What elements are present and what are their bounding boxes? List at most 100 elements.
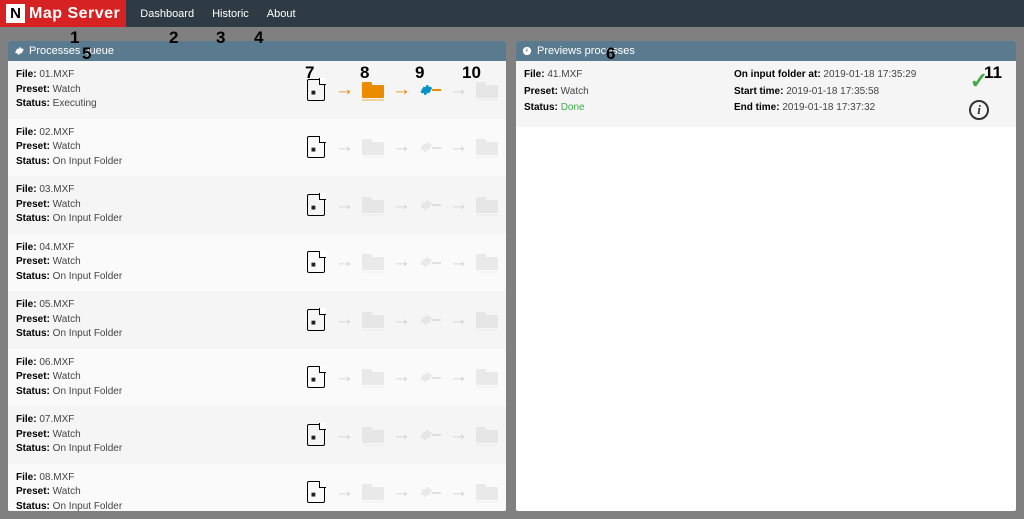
queue-row-info: File: 07.MXF Preset: Watch Status: On In… — [16, 413, 305, 457]
queue-panel-header: Processes queue — [8, 41, 506, 61]
info-icon[interactable]: i — [969, 100, 989, 120]
pipeline: ■ → → → — [305, 309, 498, 331]
arrow-icon: → — [392, 194, 411, 216]
queue-row[interactable]: File: 08.MXF Preset: Watch Status: On In… — [8, 464, 506, 512]
queue-row[interactable]: File: 05.MXF Preset: Watch Status: On In… — [8, 291, 506, 349]
video-file-icon: ■ — [305, 424, 327, 446]
output-folder-icon — [476, 309, 498, 331]
process-gear-icon — [419, 309, 441, 331]
nav-links: Dashboard Historic About — [140, 8, 295, 20]
pipeline: ■ → → → — [305, 251, 498, 273]
arrow-icon: → — [449, 79, 468, 101]
video-file-icon: ■ — [305, 481, 327, 503]
arrow-icon: → — [335, 251, 354, 273]
queue-row-info: File: 08.MXF Preset: Watch Status: On In… — [16, 471, 305, 512]
nav-dashboard[interactable]: Dashboard — [140, 8, 194, 20]
output-folder-icon — [476, 481, 498, 503]
video-file-icon: ■ — [305, 251, 327, 273]
previews-list[interactable]: File: 41.MXF Preset: Watch Status: Done … — [516, 61, 1016, 511]
pipeline: ■ → → → — [305, 481, 498, 503]
video-file-icon: ■ — [305, 136, 327, 158]
arrow-icon: → — [449, 481, 468, 503]
arrow-icon: → — [392, 136, 411, 158]
queue-row-info: File: 02.MXF Preset: Watch Status: On In… — [16, 126, 305, 170]
video-file-icon: ■ — [305, 79, 327, 101]
arrow-icon: → — [392, 251, 411, 273]
queue-list[interactable]: File: 01.MXF Preset: Watch Status: Execu… — [8, 61, 506, 511]
queue-row-info: File: 04.MXF Preset: Watch Status: On In… — [16, 241, 305, 285]
arrow-icon: → — [335, 309, 354, 331]
arrow-icon: → — [449, 251, 468, 273]
input-folder-icon — [362, 79, 384, 101]
previews-panel-title: Previews processes — [537, 45, 635, 57]
pipeline: ■ → → → — [305, 366, 498, 388]
queue-row-info: File: 01.MXF Preset: Watch Status: Execu… — [16, 68, 305, 112]
arrow-icon: → — [335, 424, 354, 446]
output-folder-icon — [476, 366, 498, 388]
queue-row[interactable]: File: 06.MXF Preset: Watch Status: On In… — [8, 349, 506, 407]
arrow-icon: → — [449, 366, 468, 388]
pipeline: ■ → → → — [305, 424, 498, 446]
clock-icon — [522, 46, 532, 56]
arrow-icon: → — [335, 194, 354, 216]
queue-row[interactable]: File: 07.MXF Preset: Watch Status: On In… — [8, 406, 506, 464]
output-folder-icon — [476, 251, 498, 273]
preview-col-left: File: 41.MXF Preset: Watch Status: Done — [524, 68, 734, 120]
app-name: Map Server — [29, 5, 120, 23]
processes-queue-panel: Processes queue File: 01.MXF Preset: Wat… — [8, 41, 506, 511]
pipeline: ■ → → → — [305, 194, 498, 216]
arrow-icon: → — [335, 136, 354, 158]
arrow-icon: → — [392, 366, 411, 388]
process-gear-icon — [419, 251, 441, 273]
process-gear-icon — [419, 79, 441, 101]
arrow-icon: → — [392, 309, 411, 331]
arrow-icon: → — [392, 424, 411, 446]
video-file-icon: ■ — [305, 366, 327, 388]
arrow-icon: → — [449, 309, 468, 331]
queue-row-info: File: 06.MXF Preset: Watch Status: On In… — [16, 356, 305, 400]
output-folder-icon — [476, 424, 498, 446]
process-gear-icon — [419, 366, 441, 388]
queue-row[interactable]: File: 02.MXF Preset: Watch Status: On In… — [8, 119, 506, 177]
queue-row[interactable]: File: 01.MXF Preset: Watch Status: Execu… — [8, 61, 506, 119]
preview-row[interactable]: File: 41.MXF Preset: Watch Status: Done … — [516, 61, 1016, 127]
workspace: Processes queue File: 01.MXF Preset: Wat… — [0, 27, 1024, 519]
gear-icon — [14, 46, 24, 56]
process-gear-icon — [419, 194, 441, 216]
arrow-icon: → — [392, 79, 411, 101]
process-gear-icon — [419, 136, 441, 158]
nav-about[interactable]: About — [267, 8, 296, 20]
process-gear-icon — [419, 424, 441, 446]
arrow-icon: → — [335, 481, 354, 503]
queue-row[interactable]: File: 04.MXF Preset: Watch Status: On In… — [8, 234, 506, 292]
previews-panel: Previews processes File: 41.MXF Preset: … — [516, 41, 1016, 511]
done-check-icon: ✓ — [970, 68, 988, 94]
previews-panel-header: Previews processes — [516, 41, 1016, 61]
arrow-icon: → — [335, 79, 354, 101]
video-file-icon: ■ — [305, 194, 327, 216]
nav-historic[interactable]: Historic — [212, 8, 249, 20]
output-folder-icon — [476, 136, 498, 158]
input-folder-icon — [362, 481, 384, 503]
input-folder-icon — [362, 309, 384, 331]
top-navbar: N Map Server Dashboard Historic About — [0, 0, 1024, 27]
app-logo: N Map Server — [0, 0, 126, 27]
process-gear-icon — [419, 481, 441, 503]
queue-row[interactable]: File: 03.MXF Preset: Watch Status: On In… — [8, 176, 506, 234]
preview-col-times: On input folder at: 2019-01-18 17:35:29 … — [734, 68, 950, 120]
output-folder-icon — [476, 194, 498, 216]
arrow-icon: → — [449, 424, 468, 446]
input-folder-icon — [362, 136, 384, 158]
input-folder-icon — [362, 251, 384, 273]
queue-row-info: File: 03.MXF Preset: Watch Status: On In… — [16, 183, 305, 227]
arrow-icon: → — [392, 481, 411, 503]
logo-badge: N — [6, 4, 25, 23]
queue-row-info: File: 05.MXF Preset: Watch Status: On In… — [16, 298, 305, 342]
pipeline: ■ → → → — [305, 136, 498, 158]
input-folder-icon — [362, 194, 384, 216]
output-folder-icon — [476, 79, 498, 101]
video-file-icon: ■ — [305, 309, 327, 331]
pipeline: ■ → → → — [305, 79, 498, 101]
arrow-icon: → — [449, 136, 468, 158]
queue-panel-title: Processes queue — [29, 45, 114, 57]
